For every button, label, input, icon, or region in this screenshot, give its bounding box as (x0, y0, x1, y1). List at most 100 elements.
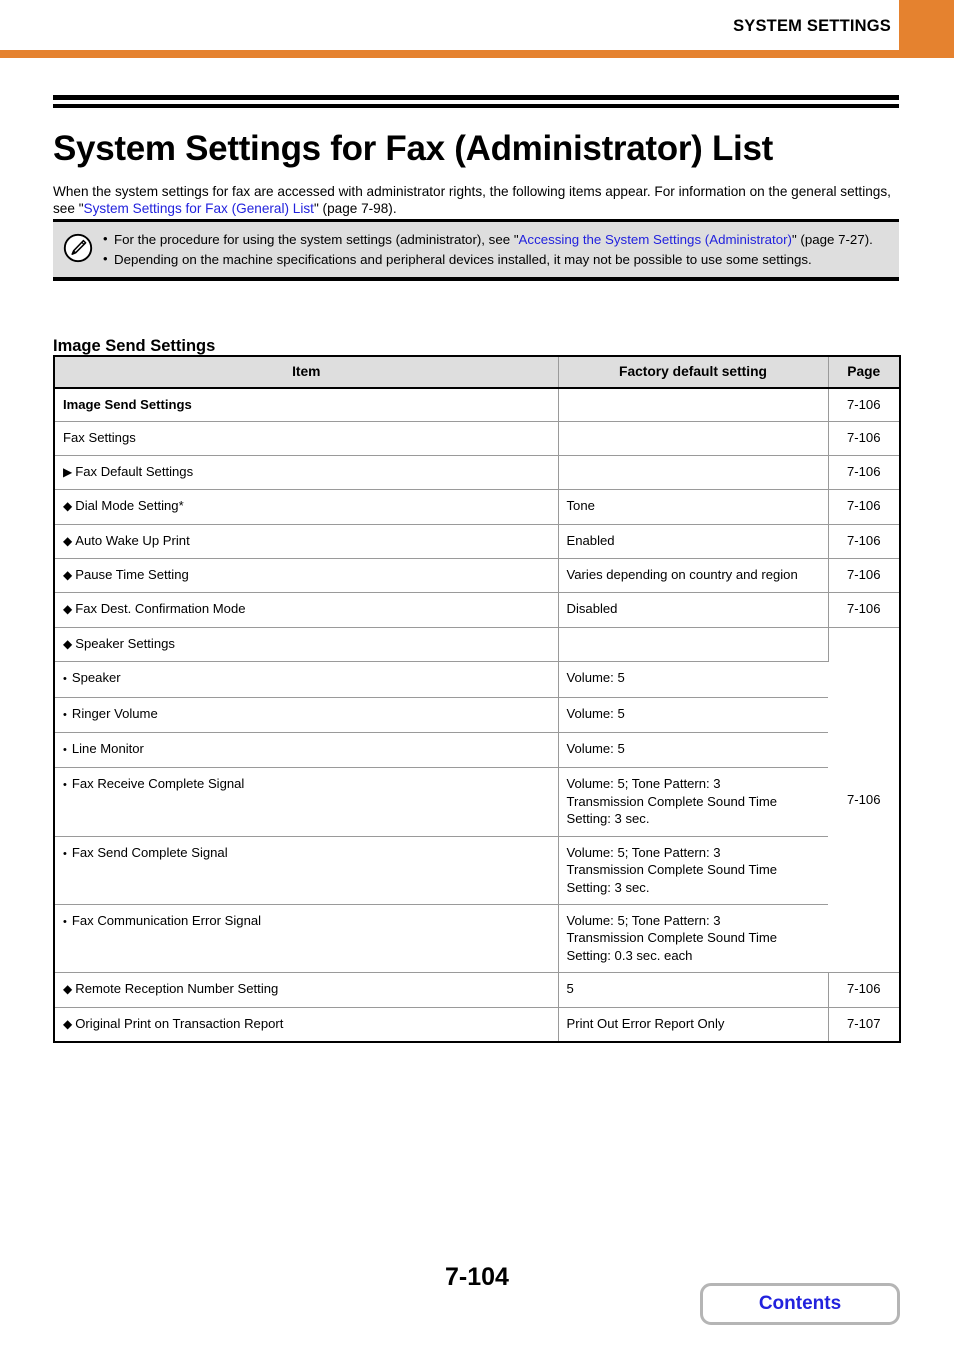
cell-factory-default: Tone (558, 489, 829, 525)
cell-page-link[interactable]: 7-106 (828, 972, 900, 1008)
table-row: ◆ Dial Mode Setting* Tone 7-106 (54, 489, 900, 525)
table-row: Fax Settings 7-106 (54, 421, 900, 456)
link-system-settings-fax-general-list[interactable]: System Settings for Fax (General) List (84, 201, 314, 216)
cell-item[interactable]: ▶ Fax Default Settings (54, 455, 559, 491)
cell-item-label: Original Print on Transaction Report (75, 1015, 284, 1031)
contents-button[interactable]: Contents (700, 1283, 900, 1325)
intro-paragraph: When the system settings for fax are acc… (53, 183, 901, 218)
note-list-item: • For the procedure for using the system … (101, 231, 889, 249)
cell-factory-default: Volume: 5 (558, 732, 828, 769)
table-row: ◆ Speaker Settings 7-106 (54, 627, 900, 974)
cell-item-label: Fax Settings (63, 430, 136, 446)
settings-table-container: Item Factory default setting Page Image … (53, 355, 901, 1043)
cell-item-label: Fax Communication Error Signal (71, 912, 262, 928)
cell-factory-default: Enabled (558, 524, 829, 560)
cell-page-link[interactable]: 7-106 (828, 592, 900, 628)
cell-item-label: Fax Receive Complete Signal (71, 776, 245, 792)
table-row: ▶ Fax Default Settings 7-106 (54, 455, 900, 491)
cell-factory-default (558, 388, 829, 423)
note-list: • For the procedure for using the system … (101, 231, 889, 268)
cell-factory-default (558, 421, 829, 456)
diamond-marker-icon: ◆ (63, 636, 73, 651)
cell-item-label: Remote Reception Number Setting (75, 981, 279, 997)
cell-factory-default (558, 627, 829, 663)
table-row: ◆ Auto Wake Up Print Enabled 7-106 (54, 524, 900, 560)
table-header-row: Item Factory default setting Page (54, 356, 900, 389)
column-header-item: Item (54, 356, 559, 389)
cell-item: • Line Monitor (54, 732, 559, 769)
column-header-factory-default: Factory default setting (558, 356, 829, 389)
cell-item-label: Pause Time Setting (75, 567, 189, 583)
bullet-marker-icon: • (63, 847, 67, 860)
section-heading-image-send-settings: Image Send Settings (53, 336, 216, 355)
table-row: • Line Monitor Volume: 5 (54, 732, 900, 769)
cell-item[interactable]: ◆ Remote Reception Number Setting (54, 972, 559, 1008)
cell-item[interactable]: ◆ Original Print on Transaction Report (54, 1007, 559, 1042)
cell-item: • Fax Receive Complete Signal (54, 767, 559, 837)
bullet-marker-icon: • (63, 779, 67, 792)
diamond-marker-icon: ◆ (63, 533, 73, 548)
cell-factory-default: Volume: 5; Tone Pattern: 3 Transmission C… (558, 836, 828, 905)
intro-text-after: " (page 7-98). (313, 201, 397, 217)
cell-factory-default: Print Out Error Report Only (558, 1007, 829, 1042)
note-bullet-icon: • (103, 250, 108, 266)
cell-page-link[interactable]: 7-106 (828, 388, 900, 423)
cell-page-link[interactable]: 7-106 (828, 421, 900, 456)
contents-button-label: Contents (758, 1293, 842, 1314)
note-list-item: • Depending on the machine specifications… (101, 251, 889, 269)
cell-page-link[interactable]: 7-106 (828, 558, 900, 594)
diamond-marker-icon: ◆ (63, 602, 73, 617)
cell-item-label: Fax Default Settings (75, 463, 194, 479)
cell-item-label: Image Send Settings (63, 397, 192, 412)
cell-item[interactable]: ◆ Speaker Settings (54, 627, 559, 663)
cell-page-link[interactable]: 7-106 (828, 455, 900, 491)
settings-table: Item Factory default setting Page Image … (53, 355, 901, 1043)
table-row: • Ringer Volume Volume: 5 (54, 697, 900, 734)
running-head-title: SYSTEM SETTINGS (733, 17, 891, 35)
bullet-marker-icon: • (63, 708, 67, 721)
cell-item[interactable]: ◆ Dial Mode Setting* (54, 489, 559, 525)
note-text-after: " (page 7-27). (791, 232, 873, 247)
cell-factory-default: Varies depending on country and region (558, 558, 829, 594)
cell-page-link[interactable]: 7-106 (828, 524, 900, 560)
table-row: • Fax Communication Error Signal Volume: 5… (54, 904, 900, 974)
cell-factory-default: Volume: 5; Tone Pattern: 3 Transmission C… (558, 767, 828, 837)
cell-item-label: Speaker Settings (75, 635, 175, 651)
diamond-marker-icon: ◆ (63, 568, 73, 583)
note-bullet-icon: • (103, 231, 108, 246)
title-divider-rules (53, 95, 899, 108)
cell-item-label: Fax Dest. Confirmation Mode (75, 601, 246, 617)
chapter-tab-marker (899, 0, 954, 50)
bullet-marker-icon: • (63, 744, 67, 757)
cell-factory-default (558, 455, 829, 491)
cell-page-link[interactable]: 7-107 (828, 1007, 900, 1042)
table-row: • Fax Receive Complete Signal Volume: 5; T… (54, 767, 900, 837)
pencil-note-icon (63, 233, 93, 263)
note-text-before: For the procedure for using the system s… (114, 232, 519, 247)
cell-factory-default: Volume: 5; Tone Pattern: 3 Transmission C… (558, 904, 828, 974)
table-row: Image Send Settings 7-106 (54, 388, 900, 423)
cell-item-label: Line Monitor (71, 741, 144, 757)
note-callout: • For the procedure for using the system … (53, 219, 899, 282)
cell-page-link[interactable]: 7-106 (828, 627, 900, 974)
cell-item: • Fax Communication Error Signal (54, 904, 559, 974)
cell-page-link[interactable]: 7-106 (828, 489, 900, 525)
table-row: ◆ Fax Dest. Confirmation Mode Disabled 7-10… (54, 592, 900, 628)
link-accessing-system-settings-administrator[interactable]: Accessing the System Settings (Administr… (519, 232, 792, 247)
cell-item[interactable]: Fax Settings (54, 421, 559, 456)
table-row: ◆ Remote Reception Number Setting 5 7-106 (54, 972, 900, 1008)
column-header-page: Page (828, 356, 900, 389)
cell-item-label: Speaker (71, 670, 121, 686)
cell-item[interactable]: Image Send Settings (54, 388, 559, 423)
cell-factory-default: Disabled (558, 592, 829, 628)
cell-item[interactable]: ◆ Pause Time Setting (54, 558, 559, 594)
cell-item[interactable]: ◆ Auto Wake Up Print (54, 524, 559, 560)
diamond-marker-icon: ◆ (63, 1016, 73, 1031)
cell-factory-default: 5 (558, 972, 829, 1008)
cell-item[interactable]: ◆ Fax Dest. Confirmation Mode (54, 592, 559, 628)
page-title: System Settings for Fax (Administrator) … (53, 129, 773, 169)
cell-factory-default: Volume: 5 (558, 697, 828, 734)
diamond-marker-icon: ◆ (63, 982, 73, 997)
table-row: ◆ Original Print on Transaction Report Pri… (54, 1007, 900, 1042)
diamond-marker-icon: ◆ (63, 499, 73, 514)
